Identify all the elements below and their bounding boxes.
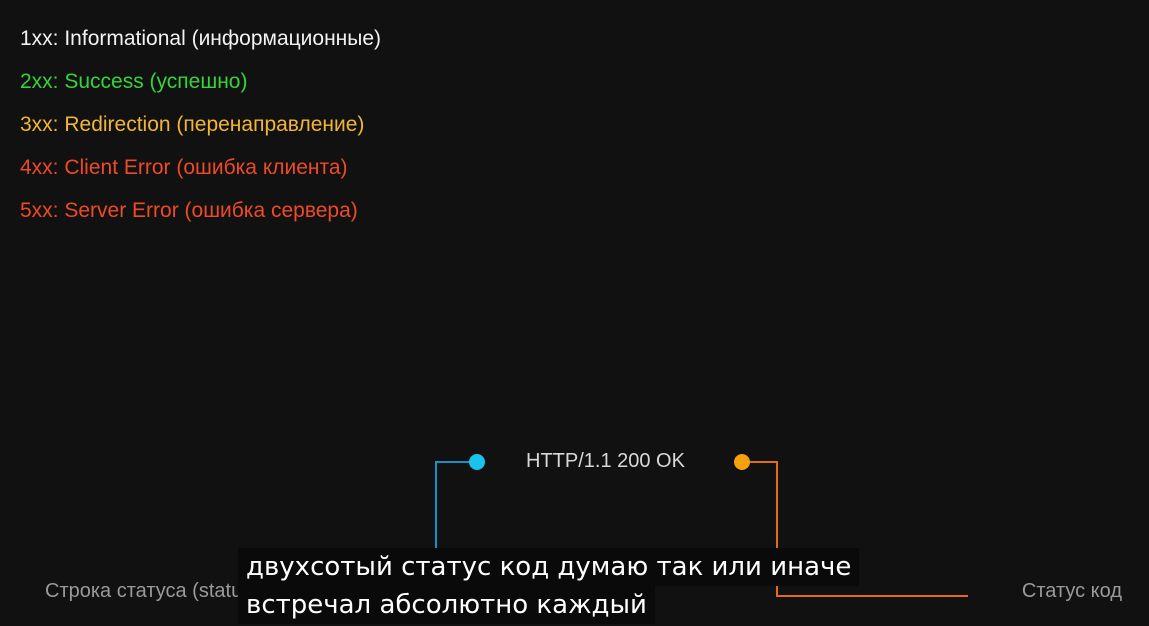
status-line-marker [469, 454, 485, 470]
subtitles: двухсотый статус код думаю так или иначе… [238, 548, 860, 624]
status-code-marker [734, 454, 750, 470]
http-status-line: HTTP/1.1 200 OK [526, 450, 685, 472]
video-frame: 1xx: Informational (информационные) 2xx:… [0, 0, 1149, 626]
status-code-label: Статус код [1021, 580, 1122, 602]
subtitle-line-2: встречал абсолютно каждый [238, 586, 655, 624]
status-line-diagram [375, 454, 968, 597]
subtitle-line-1: двухсотый статус код думаю так или иначе [238, 548, 860, 586]
